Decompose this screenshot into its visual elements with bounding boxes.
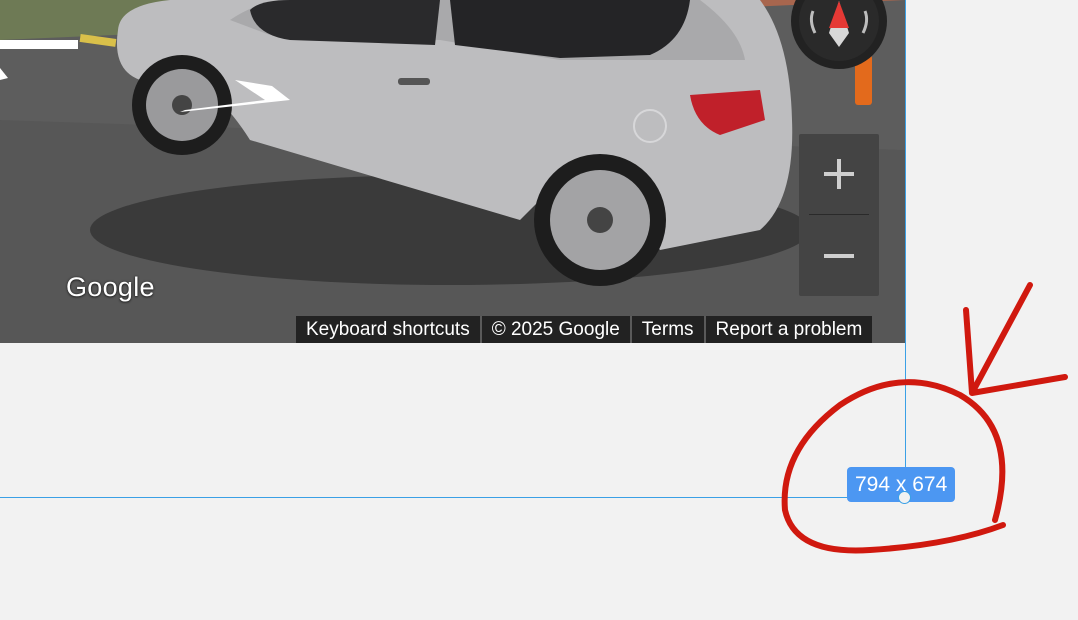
compass-button[interactable] <box>791 0 887 69</box>
annotation-arrow <box>963 282 1068 396</box>
minus-icon <box>824 254 854 258</box>
resize-guide-vertical <box>905 0 906 498</box>
report-problem-link[interactable]: Report a problem <box>706 316 873 343</box>
terms-link[interactable]: Terms <box>632 316 706 343</box>
keyboard-shortcuts-button[interactable]: Keyboard shortcuts <box>296 316 482 343</box>
compass-icon <box>799 0 879 61</box>
zoom-divider <box>809 214 869 215</box>
copyright-text: © 2025 Google <box>482 316 632 343</box>
zoom-out-button[interactable] <box>799 216 879 296</box>
map-footer: Keyboard shortcuts © 2025 Google Terms R… <box>296 316 873 343</box>
street-view-panorama[interactable]: Google Keyboard shortcuts © 2025 Google … <box>0 0 905 343</box>
zoom-controls <box>799 134 879 296</box>
google-logo: Google <box>66 272 155 302</box>
zoom-in-button[interactable] <box>799 134 879 214</box>
resize-handle[interactable] <box>898 491 911 504</box>
plus-icon <box>824 159 854 189</box>
resize-guide-horizontal <box>0 497 905 498</box>
